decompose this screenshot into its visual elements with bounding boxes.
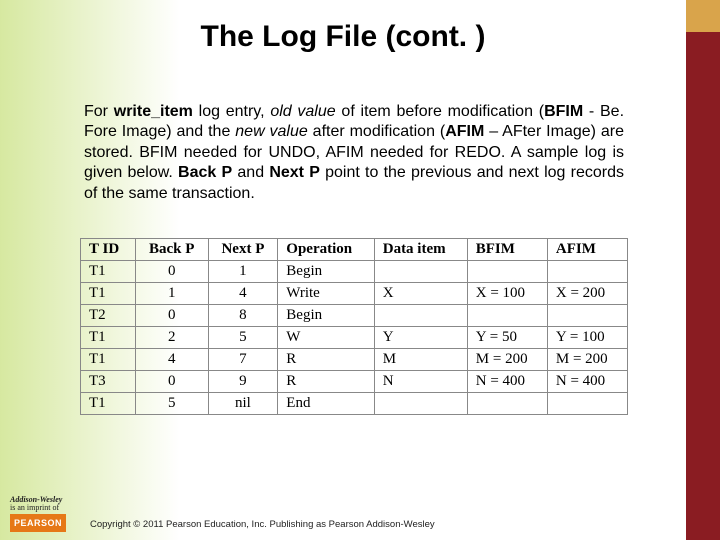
page-title: The Log File (cont. ) (40, 20, 646, 54)
table-cell (374, 305, 467, 327)
col-nextp: Next P (208, 239, 278, 261)
table-cell (467, 393, 547, 415)
pearson-logo: PEARSON (10, 514, 66, 532)
table-cell: 9 (208, 371, 278, 393)
log-table: T ID Back P Next P Operation Data item B… (80, 238, 628, 415)
table-cell: Y = 100 (547, 327, 627, 349)
publisher-badges: Addison-Wesley is an imprint of PEARSON (10, 496, 66, 532)
table-cell: N = 400 (467, 371, 547, 393)
table-cell: Write (278, 283, 374, 305)
table-row: T309RNN = 400N = 400 (81, 371, 628, 393)
col-afim: AFIM (547, 239, 627, 261)
table-cell: X = 100 (467, 283, 547, 305)
table-row: T208Begin (81, 305, 628, 327)
table-cell: 5 (135, 393, 208, 415)
table-cell: 5 (208, 327, 278, 349)
table-cell: nil (208, 393, 278, 415)
table-row: T147RMM = 200M = 200 (81, 349, 628, 371)
table-cell: 7 (208, 349, 278, 371)
table-row: T125WYY = 50Y = 100 (81, 327, 628, 349)
slide-content: The Log File (cont. ) For write_item log… (0, 0, 686, 540)
body-paragraph: For write_item log entry, old value of i… (40, 102, 646, 204)
table-cell: 4 (135, 349, 208, 371)
table-cell: T1 (81, 393, 136, 415)
table-cell: T1 (81, 349, 136, 371)
table-cell: X = 200 (547, 283, 627, 305)
table-cell (547, 305, 627, 327)
table-cell: Y (374, 327, 467, 349)
table-cell: R (278, 371, 374, 393)
copyright-footer: Copyright © 2011 Pearson Education, Inc.… (90, 519, 435, 530)
table-cell: 1 (135, 283, 208, 305)
addison-wesley-badge: Addison-Wesley is an imprint of (10, 496, 66, 512)
col-tid: T ID (81, 239, 136, 261)
table-cell: Begin (278, 261, 374, 283)
table-cell (547, 261, 627, 283)
col-operation: Operation (278, 239, 374, 261)
table-cell (547, 393, 627, 415)
table-cell: M = 200 (467, 349, 547, 371)
table-cell: T1 (81, 283, 136, 305)
table-cell: End (278, 393, 374, 415)
col-dataitem: Data item (374, 239, 467, 261)
table-cell: 1 (208, 261, 278, 283)
table-cell: 2 (135, 327, 208, 349)
table-cell: T3 (81, 371, 136, 393)
table-cell: T1 (81, 327, 136, 349)
table-cell: Begin (278, 305, 374, 327)
table-cell: T2 (81, 305, 136, 327)
table-cell (374, 393, 467, 415)
table-cell: 0 (135, 371, 208, 393)
table-cell: X (374, 283, 467, 305)
table-cell: 4 (208, 283, 278, 305)
table-row: T101Begin (81, 261, 628, 283)
table-cell: R (278, 349, 374, 371)
table-cell: 0 (135, 261, 208, 283)
table-row: T15nilEnd (81, 393, 628, 415)
col-backp: Back P (135, 239, 208, 261)
table-cell (374, 261, 467, 283)
log-table-wrap: T ID Back P Next P Operation Data item B… (40, 238, 646, 415)
table-cell (467, 261, 547, 283)
table-cell: Y = 50 (467, 327, 547, 349)
col-bfim: BFIM (467, 239, 547, 261)
table-cell: N (374, 371, 467, 393)
table-cell: W (278, 327, 374, 349)
table-header-row: T ID Back P Next P Operation Data item B… (81, 239, 628, 261)
table-cell: N = 400 (547, 371, 627, 393)
table-row: T114WriteXX = 100X = 200 (81, 283, 628, 305)
decor-bar-right (686, 0, 720, 540)
table-cell: M (374, 349, 467, 371)
table-cell: M = 200 (547, 349, 627, 371)
table-cell (467, 305, 547, 327)
table-cell: 8 (208, 305, 278, 327)
table-cell: 0 (135, 305, 208, 327)
table-cell: T1 (81, 261, 136, 283)
